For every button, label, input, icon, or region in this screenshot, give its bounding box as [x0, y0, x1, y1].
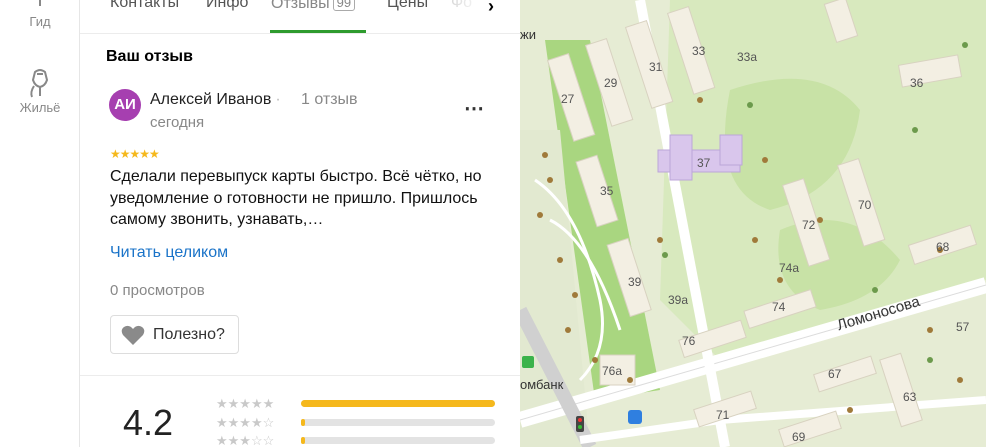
author-review-count: 1 отзыв	[301, 91, 358, 108]
reviews-count-badge: 99	[332, 0, 356, 11]
rating-row-stars: ★★★☆☆	[216, 433, 275, 447]
rating-bar	[301, 437, 495, 444]
house-number: 33а	[737, 50, 758, 64]
tab-reviews-label: Отзывы	[271, 0, 330, 12]
active-tab-indicator	[270, 30, 366, 33]
rating-value: 4.2	[123, 402, 174, 443]
house-number: 71	[716, 408, 730, 422]
views-count: 0 просмотров	[110, 282, 205, 299]
useful-button[interactable]: Полезно?	[110, 315, 239, 354]
house-number: 69	[792, 430, 806, 444]
house-number: 74	[772, 300, 786, 314]
house-number: 57	[956, 320, 970, 334]
your-review-title: Ваш отзыв	[106, 48, 193, 65]
read-more-link[interactable]: Читать целиком	[110, 244, 228, 262]
rating-bar-fill	[301, 419, 305, 426]
house-number: 76а	[602, 364, 623, 378]
separator-dot: ·	[275, 91, 281, 108]
tab-contacts[interactable]: Контакты	[110, 0, 179, 12]
house-number: 31	[649, 60, 663, 74]
map-canvas[interactable]	[520, 0, 986, 447]
house-number: 37	[697, 156, 711, 170]
house-number: 39а	[668, 293, 689, 307]
house-number: 39	[628, 275, 642, 289]
rating-row-stars: ★★★★☆	[216, 415, 275, 430]
tab-prices[interactable]: Цены	[387, 0, 428, 12]
house-number: 74а	[779, 261, 800, 275]
rating-bar	[301, 400, 495, 407]
house-number: 27	[561, 92, 575, 106]
place-panel: Контакты Инфо Отзывы99 Цены Фо › Ваш отз…	[80, 0, 520, 447]
house-number: 36	[910, 76, 924, 90]
more-options-icon[interactable]: ⋯	[464, 96, 485, 121]
guide-icon	[39, 0, 41, 6]
tab-reviews[interactable]: Отзывы 99	[271, 0, 356, 13]
house-number: 63	[903, 390, 917, 404]
house-number: 35	[600, 184, 614, 198]
house-number: 29	[604, 76, 618, 90]
review-text: Сделали перевыпуск карты быстро. Всё чёт…	[110, 168, 482, 228]
chevron-right-icon[interactable]: ›	[488, 0, 494, 17]
house-number: 70	[858, 198, 872, 212]
review-stars: ★★★★★	[110, 147, 160, 161]
useful-label: Полезно?	[153, 325, 225, 343]
left-rail: Гид Жильё	[0, 0, 80, 447]
house-number: 68	[936, 240, 950, 254]
rating-bar-fill	[301, 400, 495, 407]
tab-fade	[440, 0, 485, 30]
house-number: 76	[682, 334, 696, 348]
house-number: 67	[828, 367, 842, 381]
housing-icon	[30, 69, 49, 98]
tab-bar: Контакты Инфо Отзывы99 Цены Фо ›	[80, 0, 520, 34]
house-number: 33	[692, 44, 706, 58]
tab-info[interactable]: Инфо	[206, 0, 248, 12]
rail-item-housing-label: Жильё	[19, 100, 61, 115]
rating-bar	[301, 419, 495, 426]
avatar[interactable]: АИ	[109, 89, 141, 121]
rail-item-guide[interactable]: Гид	[0, 0, 80, 29]
review-date: сегодня	[150, 114, 205, 131]
map[interactable]: 27 29 31 33 33а 35 36 37 39 39а 57 63 67…	[520, 0, 986, 447]
heart-icon	[121, 325, 145, 345]
review-author-name: Алексей Иванов	[150, 91, 272, 108]
house-number: 72	[802, 218, 816, 232]
rail-item-housing[interactable]: Жильё	[0, 66, 80, 115]
street-label: жи	[520, 27, 536, 42]
review-author[interactable]: Алексей Иванов ·	[150, 91, 285, 109]
poi-label: омбанк	[520, 377, 564, 392]
rating-bar-fill	[301, 437, 305, 444]
rating-row-stars: ★★★★★	[216, 396, 275, 411]
divider	[80, 375, 520, 376]
rail-item-guide-label: Гид	[29, 14, 51, 29]
